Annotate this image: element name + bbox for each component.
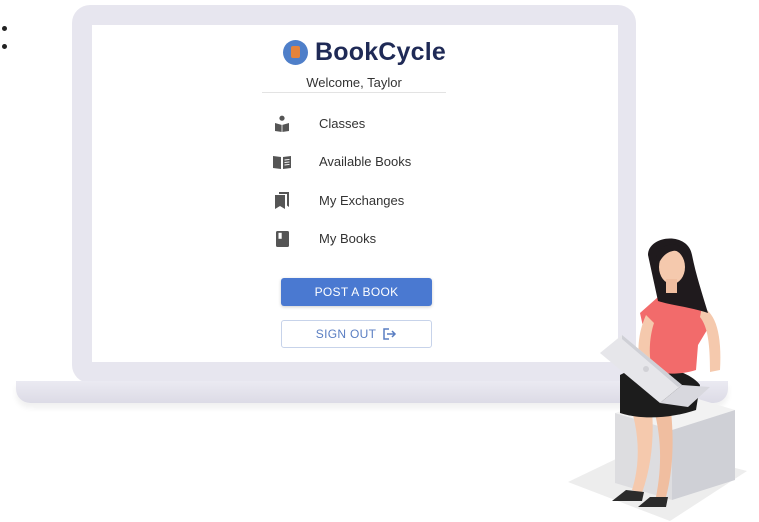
divider bbox=[262, 92, 446, 93]
app-screen: BookCycle Welcome, Taylor Classes Availa… bbox=[92, 25, 618, 362]
nav-label: Classes bbox=[319, 115, 366, 131]
nav-item-classes[interactable]: Classes bbox=[272, 104, 411, 143]
post-book-button[interactable]: POST A BOOK bbox=[281, 278, 432, 306]
nav-label: Available Books bbox=[319, 154, 412, 170]
sign-out-icon bbox=[383, 328, 397, 340]
bookcycle-logo-icon bbox=[283, 39, 308, 65]
brand: BookCycle bbox=[283, 37, 446, 67]
bullet bbox=[2, 44, 7, 49]
bullet bbox=[2, 26, 7, 31]
nav-label: My Books bbox=[319, 231, 377, 247]
woman-with-laptop-illustration bbox=[568, 238, 747, 521]
app-title: BookCycle bbox=[315, 37, 447, 66]
sign-out-label: SIGN OUT bbox=[315, 327, 377, 341]
sign-out-button[interactable]: SIGN OUT bbox=[281, 320, 432, 348]
open-book-icon bbox=[272, 152, 292, 172]
nav-label: My Exchanges bbox=[319, 192, 405, 208]
bookmarks-icon bbox=[272, 190, 292, 210]
nav-item-my-books[interactable]: My Books bbox=[272, 220, 411, 259]
student-reading-icon bbox=[272, 113, 292, 133]
list-bullets bbox=[2, 26, 7, 62]
nav-item-my-exchanges[interactable]: My Exchanges bbox=[272, 181, 411, 220]
welcome-text: Welcome, Taylor bbox=[306, 75, 402, 90]
nav-item-available-books[interactable]: Available Books bbox=[272, 143, 411, 182]
main-nav: Classes Available Books My Exchanges My … bbox=[272, 104, 411, 258]
book-icon bbox=[272, 229, 292, 249]
